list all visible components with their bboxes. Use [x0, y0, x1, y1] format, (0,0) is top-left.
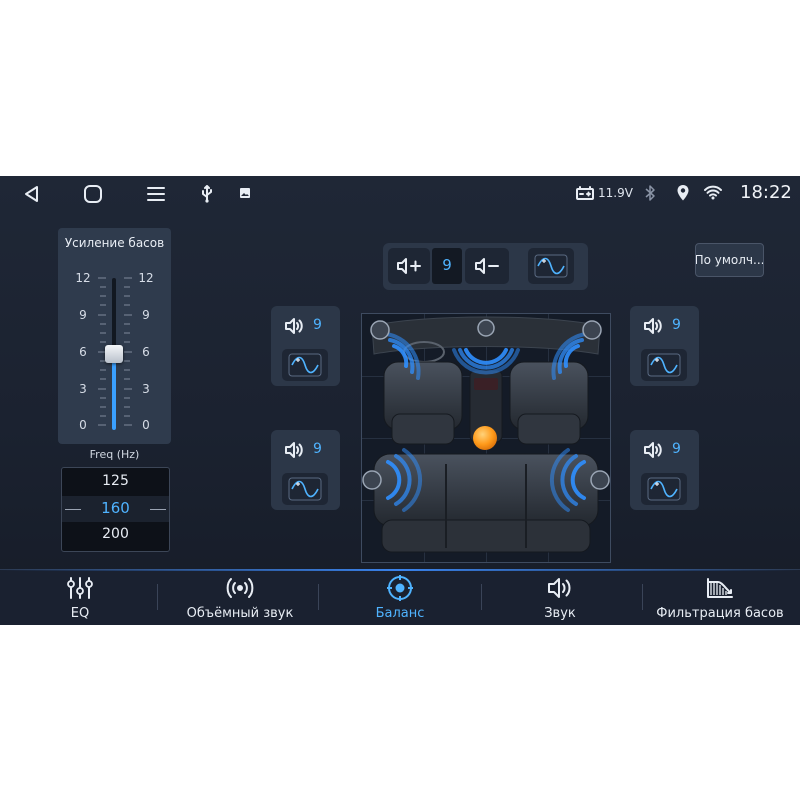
image-icon — [240, 188, 250, 198]
speaker-card-front-right: 9 — [630, 306, 699, 386]
scale-right-0: 0 — [142, 418, 150, 432]
wave-icon — [288, 353, 322, 377]
back-icon[interactable] — [22, 184, 42, 204]
master-volume-bar: 9 — [383, 243, 588, 290]
scale-right-12: 12 — [138, 271, 154, 285]
speaker-icon — [548, 578, 571, 598]
bass-boost-title: Усиление басов — [64, 236, 165, 250]
wave-icon — [288, 477, 322, 501]
bass-slider-thumb[interactable] — [105, 345, 123, 363]
scale-right-9: 9 — [142, 308, 150, 322]
bluetooth-icon — [645, 185, 655, 201]
menu-icon[interactable] — [146, 184, 166, 204]
speaker-card-rear-right: 9 — [630, 430, 699, 510]
bass-slider-fill — [112, 354, 116, 430]
speaker-card-rear-left: 9 — [271, 430, 340, 510]
volume-up-button[interactable] — [388, 248, 430, 284]
scale-left-0: 0 — [79, 418, 87, 432]
speaker-icon — [285, 442, 303, 458]
default-button[interactable]: По умолч... — [695, 243, 764, 277]
wave-icon — [647, 353, 681, 377]
nav-bass-filter-label: Фильтрация басов — [656, 606, 784, 621]
freq-label: Freq (Hz) — [89, 448, 140, 461]
speaker-rear-left-wave-button[interactable] — [282, 473, 328, 505]
scale-right-3: 3 — [142, 382, 150, 396]
volume-up-icon — [397, 258, 421, 274]
wave-icon — [647, 477, 681, 501]
balance-target-icon — [387, 575, 413, 601]
speaker-rear-right-value: 9 — [672, 441, 681, 457]
scale-left-9: 9 — [79, 308, 87, 322]
nav-sound-label: Звук — [544, 606, 576, 621]
nav-surround[interactable]: Объёмный звук — [160, 570, 320, 625]
battery-icon — [576, 186, 594, 200]
bass-filter-icon — [707, 578, 733, 598]
speaker-front-left-wave-button[interactable] — [282, 349, 328, 381]
nav-separator — [157, 584, 158, 610]
freq-option-200[interactable]: 200 — [62, 526, 169, 542]
battery-voltage: 11.9V — [598, 186, 633, 200]
master-volume-value: 9 — [442, 256, 452, 274]
master-wave-button[interactable] — [528, 248, 574, 284]
nav-balance-label: Баланс — [375, 606, 425, 621]
speaker-front-left-value: 9 — [313, 317, 322, 333]
head-unit-screen: 11.9V 18:22 Усиление басов 12 9 6 3 0 12… — [0, 176, 800, 625]
speaker-rear-right-wave-button[interactable] — [641, 473, 687, 505]
speaker-icon — [644, 442, 662, 458]
nav-sound[interactable]: Звук — [480, 570, 640, 625]
freq-option-160[interactable]: 160 — [62, 499, 169, 517]
nav-separator — [318, 584, 319, 610]
nav-eq-label: EQ — [70, 606, 90, 621]
car-seats-illustration — [362, 316, 610, 553]
clock: 18:22 — [740, 182, 792, 203]
speaker-front-right-value: 9 — [672, 317, 681, 333]
freq-option-125[interactable]: 125 — [62, 473, 169, 489]
nav-eq[interactable]: EQ — [0, 570, 160, 625]
speaker-icon — [644, 318, 662, 334]
wifi-icon — [704, 185, 722, 200]
nav-surround-label: Объёмный звук — [186, 606, 294, 621]
balance-car-view[interactable] — [361, 313, 611, 563]
nav-balance[interactable]: Баланс — [320, 570, 480, 625]
speaker-card-front-left: 9 — [271, 306, 340, 386]
scale-right-6: 6 — [142, 345, 150, 359]
nav-bass-filter[interactable]: Фильтрация басов — [640, 570, 800, 625]
surround-icon — [226, 578, 254, 598]
eq-sliders-icon — [67, 577, 93, 599]
speaker-front-right-wave-button[interactable] — [641, 349, 687, 381]
volume-down-icon — [475, 258, 499, 274]
usb-icon — [202, 185, 212, 203]
speaker-icon — [285, 318, 303, 334]
speaker-rear-left-value: 9 — [313, 441, 322, 457]
volume-down-button[interactable] — [465, 248, 509, 284]
location-icon — [677, 185, 689, 201]
scale-left-12: 12 — [75, 271, 91, 285]
bass-boost-panel: Усиление басов 12 9 6 3 0 12 9 6 3 0 — [58, 228, 171, 444]
wave-icon — [534, 254, 568, 278]
bottom-navigation: EQ Объёмный звук Баланс Звук Фильтрация … — [0, 569, 800, 625]
scale-left-6: 6 — [79, 345, 87, 359]
home-icon[interactable] — [82, 183, 104, 205]
scale-left-3: 3 — [79, 382, 87, 396]
freq-picker[interactable]: 125 160 200 — [61, 467, 170, 552]
